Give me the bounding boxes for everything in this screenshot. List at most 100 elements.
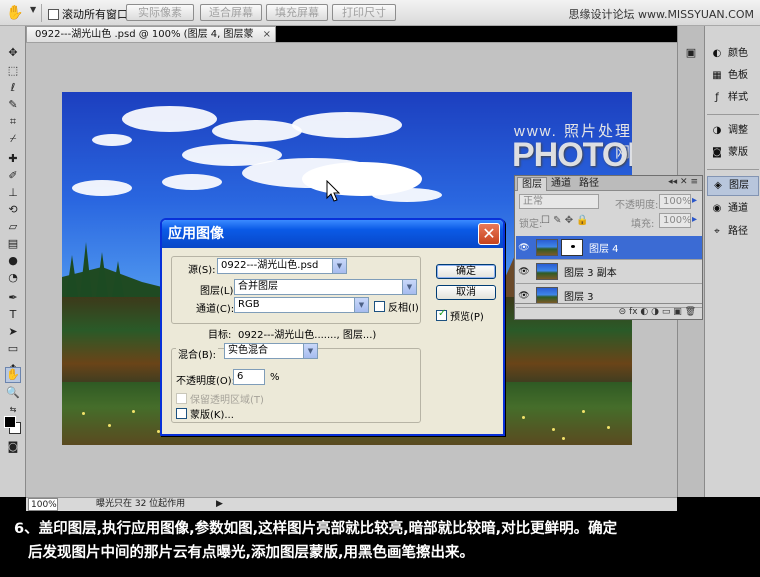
cloud	[292, 112, 402, 138]
print-size-button[interactable]: 打印尺寸	[332, 4, 396, 21]
tab-layers[interactable]: 图层	[517, 177, 547, 191]
checkbox-box[interactable]	[48, 8, 59, 20]
history-brush-tool-icon[interactable]: ⟲	[5, 203, 21, 217]
tab-channels[interactable]: 通道	[547, 177, 575, 191]
layer-row[interactable]: 👁 图层 3 副本	[516, 260, 702, 284]
invert-checkbox[interactable]: 反相(I)	[374, 299, 419, 314]
eraser-tool-icon[interactable]: ▱	[5, 220, 21, 234]
masks-icon: ◙	[712, 147, 722, 158]
chevron-down-icon[interactable]: ▼	[303, 344, 317, 358]
status-bar: 100% 曝光只在 32 位起作用 ▶	[26, 497, 677, 511]
dock-item-layers[interactable]: ◈ 图层	[707, 176, 759, 196]
eye-icon[interactable]: 👁	[516, 291, 532, 301]
gradient-tool-icon[interactable]: ▤	[5, 237, 21, 251]
flower	[108, 424, 111, 427]
layer-actions-icons[interactable]: ⊝ fx ◐ ◑ ▭ ▣ 🗑	[619, 307, 696, 317]
ok-button[interactable]: 确定	[436, 264, 496, 279]
layers-panel-footer: ⊝ fx ◐ ◑ ▭ ▣ 🗑	[515, 303, 702, 319]
preserve-transparency-checkbox[interactable]: 保留透明区域(T)	[176, 391, 264, 406]
blur-tool-icon[interactable]: ●	[5, 254, 21, 268]
source-select[interactable]: 0922---湖光山色.psd ▼	[217, 258, 347, 274]
path-select-tool-icon[interactable]: ➤	[5, 325, 21, 339]
channel-select[interactable]: RGB ▼	[234, 297, 369, 313]
chevron-down-icon[interactable]: ▼	[332, 259, 346, 273]
dodge-tool-icon[interactable]: ◔	[5, 271, 21, 285]
opacity-field[interactable]: 100%	[659, 194, 692, 209]
type-tool-icon[interactable]: T	[5, 308, 21, 322]
swap-colors-icon[interactable]: ⇆	[5, 403, 21, 417]
dock-item-masks[interactable]: ◙ 蒙版	[707, 143, 759, 163]
layer-name: 图层 3 副本	[564, 268, 617, 279]
mask-checkbox[interactable]: 蒙版(K)...	[176, 406, 234, 421]
blending-select[interactable]: 实色混合 ▼	[224, 343, 318, 359]
chevron-right-icon[interactable]: ▸	[692, 214, 697, 225]
dock-item-paths[interactable]: ⌖ 路径	[707, 222, 759, 242]
flower	[582, 410, 585, 413]
marquee-tool-icon[interactable]: ⬚	[5, 64, 21, 78]
close-icon[interactable]: ✕	[478, 223, 500, 245]
quick-mask-icon[interactable]: ◙	[5, 440, 21, 454]
actual-pixels-button[interactable]: 实际像素	[126, 4, 194, 21]
pen-tool-icon[interactable]: ✒	[5, 291, 21, 305]
source-value: 0922---湖光山色.psd	[221, 260, 319, 271]
layers-icon: ◈	[714, 180, 722, 191]
chevron-down-icon[interactable]: ▼	[402, 280, 416, 294]
tab-paths[interactable]: 路径	[575, 177, 603, 191]
scroll-all-windows-checkbox[interactable]: 滚动所有窗口	[48, 6, 128, 22]
chevron-right-icon[interactable]: ▸	[692, 195, 697, 206]
eyedropper-tool-icon[interactable]: ⌿	[5, 132, 21, 146]
dock-item-adjustments[interactable]: ◑ 调整	[707, 121, 759, 141]
flower	[82, 412, 85, 415]
lock-fill-row: 锁定: ☐ ✎ ✥ 🔒 填充: 100% ▸	[519, 213, 699, 230]
layer-row[interactable]: 👁 图层 4	[516, 236, 702, 260]
dock-item-channels[interactable]: ◉ 通道	[707, 199, 759, 219]
preview-label: 预览(P)	[450, 312, 484, 323]
hand-tool-icon[interactable]: ✋	[5, 367, 21, 383]
checkbox-box[interactable]	[176, 393, 187, 404]
brush-tool-icon[interactable]: ✐	[5, 169, 21, 183]
clone-stamp-tool-icon[interactable]: ⊥	[5, 186, 21, 200]
preview-checkbox[interactable]: 预览(P)	[436, 308, 484, 323]
zoom-tool-icon[interactable]: 🔍	[5, 386, 21, 400]
layer-select[interactable]: 合并图层 ▼	[234, 279, 417, 295]
flower	[552, 428, 555, 431]
lock-icons[interactable]: ☐ ✎ ✥ 🔒	[541, 215, 589, 226]
eye-icon[interactable]: 👁	[516, 267, 532, 277]
move-tool-icon[interactable]: ✥	[5, 46, 21, 60]
layer-value: 合并图层	[238, 281, 278, 292]
fill-field[interactable]: 100%	[659, 213, 692, 228]
hand-tool-icon[interactable]: ✋	[6, 4, 28, 22]
flower	[607, 426, 610, 429]
chevron-down-icon[interactable]: ▼	[354, 298, 368, 312]
healing-brush-tool-icon[interactable]: ✚	[5, 152, 21, 166]
dock-item-styles[interactable]: ƒ 样式	[707, 88, 759, 108]
zoom-field[interactable]: 100%	[28, 498, 58, 511]
status-menu-icon[interactable]: ▶	[216, 498, 223, 511]
dock-item-color[interactable]: ◐ 颜色	[707, 44, 759, 64]
close-icon[interactable]: ×	[263, 27, 271, 42]
fill-screen-button[interactable]: 填充屏幕	[266, 4, 328, 21]
foreground-color-swatch[interactable]	[4, 416, 16, 428]
checkbox-box[interactable]	[374, 301, 385, 312]
scroll-all-label: 滚动所有窗口	[62, 8, 128, 21]
lasso-tool-icon[interactable]: ℓ	[5, 81, 21, 95]
dock-item-swatches[interactable]: ▦ 色板	[707, 66, 759, 86]
layer-mask-thumbnail[interactable]	[561, 239, 583, 256]
quick-select-tool-icon[interactable]: ✎	[5, 98, 21, 112]
shape-tool-icon[interactable]: ▭	[5, 342, 21, 356]
target-value: 0922---湖光山色......., 图层...)	[238, 330, 377, 341]
eye-icon[interactable]: 👁	[516, 243, 532, 253]
panel-icon[interactable]: ▣	[683, 46, 699, 60]
panel-menu-icon[interactable]: ◂◂ ✕ ≡	[668, 177, 698, 187]
crop-tool-icon[interactable]: ⌗	[5, 115, 21, 129]
caption-line-1: 6、盖印图层,执行应用图像,参数如图,这样图片亮部就比较亮,暗部就比较暗,对比更…	[14, 521, 618, 537]
blend-mode-select[interactable]: 正常	[519, 194, 599, 209]
document-tab[interactable]: 0922---湖光山色 .psd @ 100% (图层 4, 图层蒙版/8) *…	[26, 26, 276, 55]
opacity-input[interactable]: 6	[233, 369, 265, 385]
cancel-button[interactable]: 取消	[436, 285, 496, 300]
fit-screen-button[interactable]: 适合屏幕	[200, 4, 262, 21]
chevron-down-icon[interactable]: ▼	[30, 5, 36, 14]
checkbox-box[interactable]	[176, 408, 187, 419]
checkbox-box[interactable]	[436, 308, 447, 321]
site-watermark: 思缘设计论坛 www.MISSYUAN.COM	[568, 8, 754, 21]
